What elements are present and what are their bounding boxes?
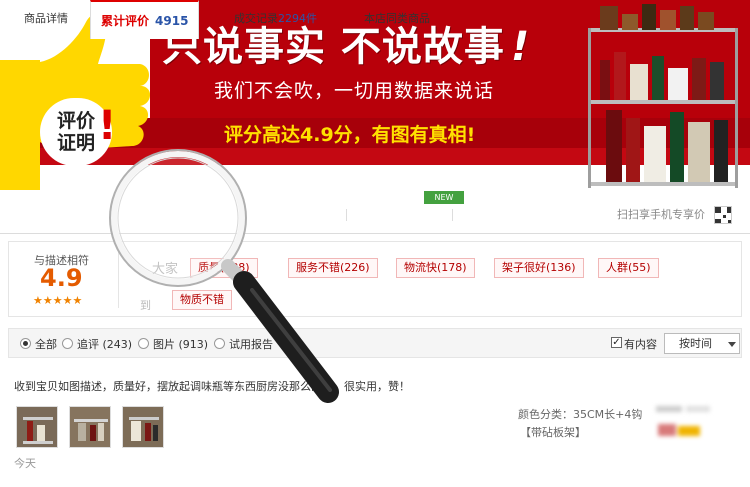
impression-sub: 到 xyxy=(140,299,151,312)
review-date: 今天 xyxy=(14,457,36,470)
filter-trial-label[interactable]: 试用报告 xyxy=(229,336,273,352)
tab-product-details[interactable]: 商品详情 xyxy=(24,0,68,38)
tab-transactions[interactable]: 成交记录2294件 xyxy=(234,0,317,38)
filter-all-radio[interactable] xyxy=(20,338,31,349)
badge-line-1: 评价 xyxy=(56,110,95,132)
review-tag[interactable]: 人群(55) xyxy=(598,258,659,278)
filter-followup-label[interactable]: 追评 (243) xyxy=(77,336,132,352)
tab-similar-products[interactable]: 本店同类商品 xyxy=(364,0,430,38)
review-photo[interactable] xyxy=(122,406,164,448)
tab-divider xyxy=(346,209,347,221)
tab-reviews-count: 4915 xyxy=(155,14,189,28)
tab-reviews-label: 累计评价 xyxy=(101,14,150,28)
review-tag[interactable]: 物质不错 xyxy=(172,290,232,310)
banner-headline-text: 只说事实 不说故事 xyxy=(162,24,505,70)
banner-highlight: 评分高达4.9分，有图有真相! xyxy=(224,124,476,146)
review-photo[interactable] xyxy=(16,406,58,448)
banner-headline-exclaim: ! xyxy=(510,24,531,70)
spice-rack-product-image xyxy=(588,4,738,188)
mobile-price-link[interactable]: 扫扫享手机专享价 xyxy=(617,196,705,234)
tab-similar-products-label: 本店同类商品 xyxy=(364,12,430,25)
badge-exclaim: ! xyxy=(98,103,117,149)
chevron-down-icon[interactable] xyxy=(728,342,736,347)
filter-images-label[interactable]: 图片 (913) xyxy=(153,336,208,352)
filter-all-label[interactable]: 全部 xyxy=(35,336,57,352)
filter-trial-radio[interactable] xyxy=(214,338,225,349)
reviewer-avatar xyxy=(656,406,710,436)
review-tag[interactable]: 质量(188) xyxy=(190,258,258,278)
has-content-checkbox[interactable]: ✓ xyxy=(611,337,622,348)
review-sku: 颜色分类：35CM长+4钩 xyxy=(518,408,643,421)
rating-score: 4.9 xyxy=(40,264,83,292)
review-text: 收到宝贝如图描述，质量好，摆放起调味瓶等东西厨房没那么乱了，很实用，赞！ xyxy=(14,380,410,393)
photo-thumbnail-icon xyxy=(17,407,57,447)
rating-stars: ★★★★★ xyxy=(33,294,83,307)
review-sku-extra: 【带砧板架】 xyxy=(520,426,586,439)
banner-headline: 只说事实 不说故事! xyxy=(162,14,530,72)
tab-transactions-label: 成交记录 xyxy=(234,12,278,25)
review-tag[interactable]: 物流快(178) xyxy=(396,258,475,278)
badge-line-2: 证明 xyxy=(56,132,95,154)
review-photo[interactable] xyxy=(69,406,111,448)
tab-reviews[interactable]: 累计评价 4915 xyxy=(90,0,200,39)
photo-thumbnail-icon xyxy=(123,407,163,447)
impression-label: 大家 xyxy=(152,262,179,277)
has-content-label[interactable]: 有内容 xyxy=(624,336,657,352)
new-badge: NEW xyxy=(424,191,464,204)
review-tag[interactable]: 服务不错(226) xyxy=(288,258,378,278)
banner-subline: 我们不会吹，一切用数据来说话 xyxy=(214,80,495,102)
review-tag[interactable]: 架子很好(136) xyxy=(494,258,584,278)
filter-images-radio[interactable] xyxy=(138,338,149,349)
filter-followup-radio[interactable] xyxy=(62,338,73,349)
tab-transactions-count: 2294件 xyxy=(278,12,317,25)
qr-code-icon[interactable] xyxy=(714,206,732,224)
photo-thumbnail-icon xyxy=(70,407,110,447)
tab-divider xyxy=(452,209,453,221)
rating-divider xyxy=(118,250,119,308)
tab-product-details-label: 商品详情 xyxy=(24,12,68,25)
